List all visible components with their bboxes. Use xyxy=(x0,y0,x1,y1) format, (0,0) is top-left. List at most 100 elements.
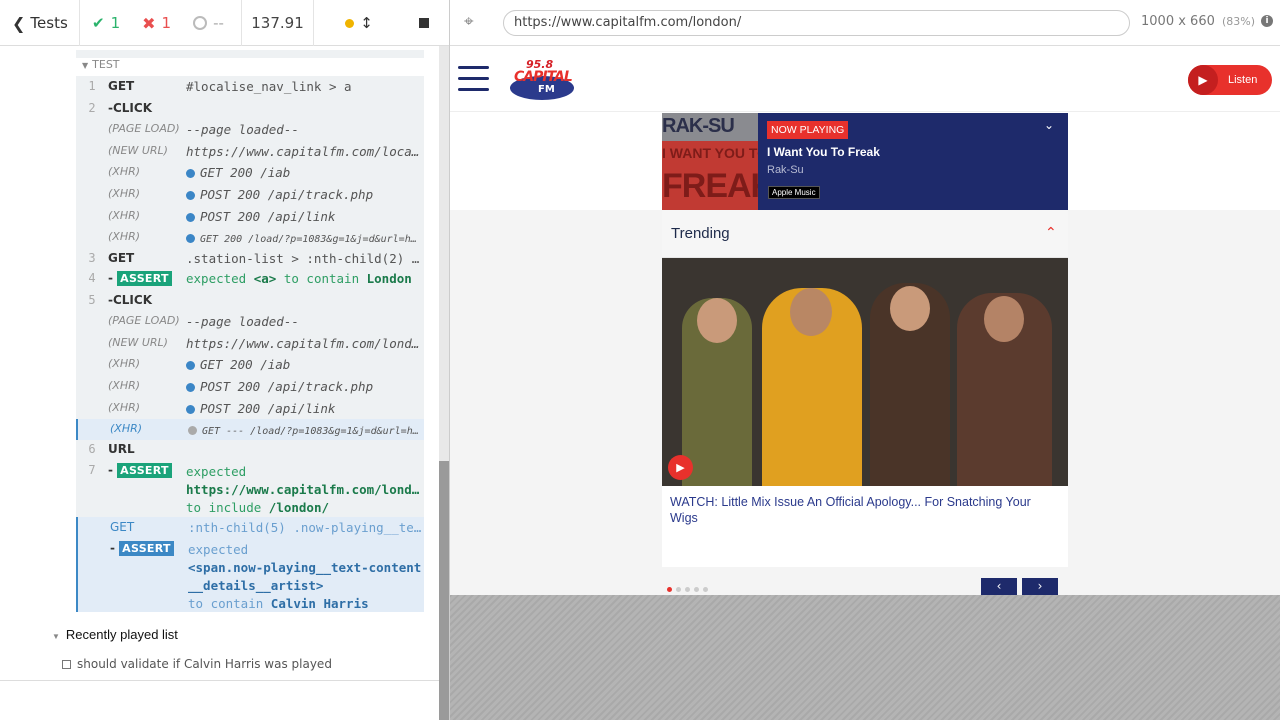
assert-subject: <span.now-playing__text-content__details… xyxy=(188,560,422,593)
listen-button[interactable]: ▶ Listen xyxy=(1188,65,1272,95)
command-number: 1 xyxy=(88,79,96,93)
assert-verb: to contain xyxy=(188,596,264,611)
assert-value: Calvin Harris xyxy=(270,596,369,611)
play-icon: ▶ xyxy=(1188,65,1218,95)
command-row[interactable]: 5 -CLICK xyxy=(76,290,424,311)
status-dot-icon[interactable] xyxy=(345,18,355,28)
xhr-status-dot-icon xyxy=(186,383,195,392)
command-row[interactable]: (PAGE LOAD) --page loaded-- xyxy=(76,119,424,140)
auto-scroll-icon[interactable]: ↕ xyxy=(360,14,373,32)
divider xyxy=(0,680,439,681)
article-headline[interactable]: WATCH: Little Mix Issue An Official Apol… xyxy=(670,494,1060,526)
carousel-dot[interactable] xyxy=(703,587,708,592)
command-name: -CLICK xyxy=(108,293,153,307)
carousel-dot[interactable] xyxy=(694,587,699,592)
command-message: .station-list > :nth-child(2) >… xyxy=(186,251,424,266)
command-name: -CLICK xyxy=(108,101,153,115)
selector-playground-icon[interactable]: ⌖ xyxy=(464,12,474,32)
command-row[interactable]: GET:nth-child(5) .now-playing__tex… xyxy=(76,517,424,538)
test-section-header[interactable]: ▼ TEST xyxy=(82,58,120,71)
back-label: Tests xyxy=(30,14,68,32)
carousel-dot[interactable] xyxy=(685,587,690,592)
caret-down-icon: ▼ xyxy=(82,61,89,70)
command-row[interactable]: - ASSERT expected <span.now-playing__text-… xyxy=(76,538,424,612)
stop-icon xyxy=(419,18,429,28)
command-row[interactable]: (XHR) GET 200 /iab xyxy=(76,162,424,183)
command-row[interactable]: (XHR) POST 200 /api/track.php xyxy=(76,184,424,205)
test-item[interactable]: should validate if Calvin Harris was pla… xyxy=(62,657,332,671)
chevron-down-icon[interactable]: ⌄ xyxy=(1044,118,1054,132)
back-to-tests-button[interactable]: ❮ Tests xyxy=(0,0,80,46)
carousel-dots[interactable] xyxy=(667,587,708,592)
nested-dash: - xyxy=(108,271,118,285)
xhr-status-dot-icon xyxy=(186,361,195,370)
command-row[interactable]: 7- ASSERT expected https://www.capitalfm.c… xyxy=(76,460,424,517)
command-row[interactable]: (XHR) GET 200 /iab xyxy=(76,354,424,375)
info-icon[interactable]: i xyxy=(1261,15,1273,27)
command-name: (XHR) xyxy=(108,187,141,200)
assert-verb: to contain xyxy=(276,271,367,286)
trending-title: Trending xyxy=(671,225,730,242)
log-top-strip xyxy=(76,50,424,58)
xhr-status-dot-icon xyxy=(186,191,195,200)
chevron-up-icon[interactable]: ⌃ xyxy=(1045,225,1057,241)
command-message: #localise_nav_link > a xyxy=(186,79,352,94)
command-message: expected <span.now-playing__text-content_… xyxy=(188,541,424,613)
stop-button[interactable] xyxy=(404,0,444,46)
assert-subject: https://www.capitalfm.com/lond… xyxy=(186,482,420,497)
command-name: (XHR) xyxy=(108,401,141,414)
assert-value: /london/ xyxy=(268,500,330,515)
test-label: should validate if Calvin Harris was pla… xyxy=(77,657,332,671)
xhr-status-dot-icon xyxy=(186,169,195,178)
carousel-next-button[interactable]: › xyxy=(1022,578,1058,595)
command-row[interactable]: (PAGE LOAD) --page loaded-- xyxy=(76,311,424,332)
command-row[interactable]: (NEW URL) https://www.capitalfm.com/local… xyxy=(76,141,424,162)
command-name: - ASSERT xyxy=(110,541,188,556)
capital-logo[interactable]: 95.8 CAPITAL FM xyxy=(508,58,578,102)
command-row[interactable]: (XHR) POST 200 /api/link xyxy=(76,398,424,419)
video-thumbnail[interactable] xyxy=(662,258,1068,486)
command-number: 4 xyxy=(88,271,96,285)
command-row[interactable]: 1 GET #localise_nav_link > a xyxy=(76,76,424,97)
video-play-icon[interactable]: ▶ xyxy=(668,455,693,480)
controls: ↕ xyxy=(314,0,404,46)
command-message: --page loaded-- xyxy=(186,314,299,329)
command-name: (NEW URL) xyxy=(108,144,168,157)
command-row[interactable]: (NEW URL) https://www.capitalfm.com/londo… xyxy=(76,333,424,354)
url-field[interactable]: https://www.capitalfm.com/london/ xyxy=(503,10,1130,36)
command-row[interactable]: 2 -CLICK xyxy=(76,98,424,119)
reporter-header: ❮ Tests ✔ 1 ✖ 1 -- 137.91 ↕ xyxy=(0,0,449,46)
menu-icon[interactable] xyxy=(458,66,489,92)
command-name: - ASSERT xyxy=(108,463,186,478)
command-row[interactable]: 3 GET .station-list > :nth-child(2) >… xyxy=(76,248,424,269)
xhr-text: POST 200 /api/link xyxy=(200,209,336,224)
command-row[interactable]: (XHR) GET 200 /load/?p=1083&g=1&j=d&url=h… xyxy=(76,227,424,248)
command-message: expected <a> to contain London xyxy=(186,271,424,286)
command-name: (NEW URL) xyxy=(108,336,168,349)
carousel-prev-button[interactable]: ‹ xyxy=(981,578,1017,595)
command-row[interactable]: 4- ASSERT expected <a> to contain London xyxy=(76,268,424,289)
command-row[interactable]: 6 URL xyxy=(76,439,424,460)
carousel-dot[interactable] xyxy=(676,587,681,592)
command-row[interactable]: (XHR) POST 200 /api/link xyxy=(76,206,424,227)
logo-fm: FM xyxy=(538,84,555,95)
command-message: https://www.capitalfm.com/local… xyxy=(186,144,424,159)
command-row[interactable]: (XHR) POST 200 /api/track.php xyxy=(76,376,424,397)
command-row[interactable]: (XHR) GET --- /load/?p=1083&g=1&j=d&url=h… xyxy=(76,419,424,440)
xhr-text: GET 200 /load/?p=1083&g=1&j=d&url=h… xyxy=(200,234,417,245)
command-message: POST 200 /api/track.php xyxy=(186,379,424,394)
album-art-text-bottom: FREAK xyxy=(662,167,758,205)
apple-music-badge[interactable]: Apple Music xyxy=(768,186,820,199)
command-name: (PAGE LOAD) xyxy=(108,122,180,135)
suite-title[interactable]: ▼ Recently played list xyxy=(52,627,178,642)
assert-badge: ASSERT xyxy=(117,463,172,478)
command-message: https://www.capitalfm.com/londo… xyxy=(186,336,424,351)
album-art-text-mid: I WANT YOU TO xyxy=(662,145,758,161)
caret-down-icon: ▼ xyxy=(52,632,60,641)
command-name: (XHR) xyxy=(110,422,143,435)
scrollbar-thumb[interactable] xyxy=(439,461,449,720)
command-log: 1 GET #localise_nav_link > a 2 -CLICK (PAGE L… xyxy=(76,76,424,612)
command-message: POST 200 /api/track.php xyxy=(186,187,424,202)
carousel-dot[interactable] xyxy=(667,587,672,592)
xhr-text: GET --- /load/?p=1083&g=1&j=d&url=h… xyxy=(202,426,419,437)
